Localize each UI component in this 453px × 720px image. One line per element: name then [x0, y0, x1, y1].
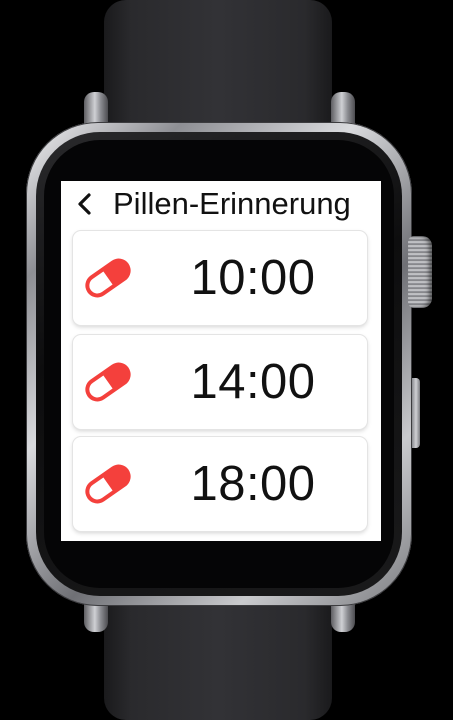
reminder-time: 10:00: [190, 251, 316, 305]
chevron-left-icon[interactable]: [75, 191, 95, 217]
digital-crown[interactable]: [408, 236, 432, 308]
reminder-card[interactable]: 14:00: [73, 335, 367, 429]
pill-icon: [85, 362, 131, 402]
reminder-card[interactable]: 18:00: [73, 437, 367, 531]
page-title: Pillen-Erinnerung: [113, 186, 351, 221]
reminder-card[interactable]: 10:00: [73, 231, 367, 325]
app-header: Pillen-Erinnerung: [61, 181, 381, 227]
reminder-time: 14:00: [190, 355, 316, 409]
pill-icon: [85, 258, 131, 298]
watch-mockup: Pillen-Erinnerung 10:00 14:00 18:00: [0, 0, 453, 720]
side-button[interactable]: [412, 378, 420, 448]
watch-screen: Pillen-Erinnerung 10:00 14:00 18:00: [61, 181, 381, 541]
reminder-time: 18:00: [190, 457, 316, 511]
pill-icon: [85, 464, 131, 504]
